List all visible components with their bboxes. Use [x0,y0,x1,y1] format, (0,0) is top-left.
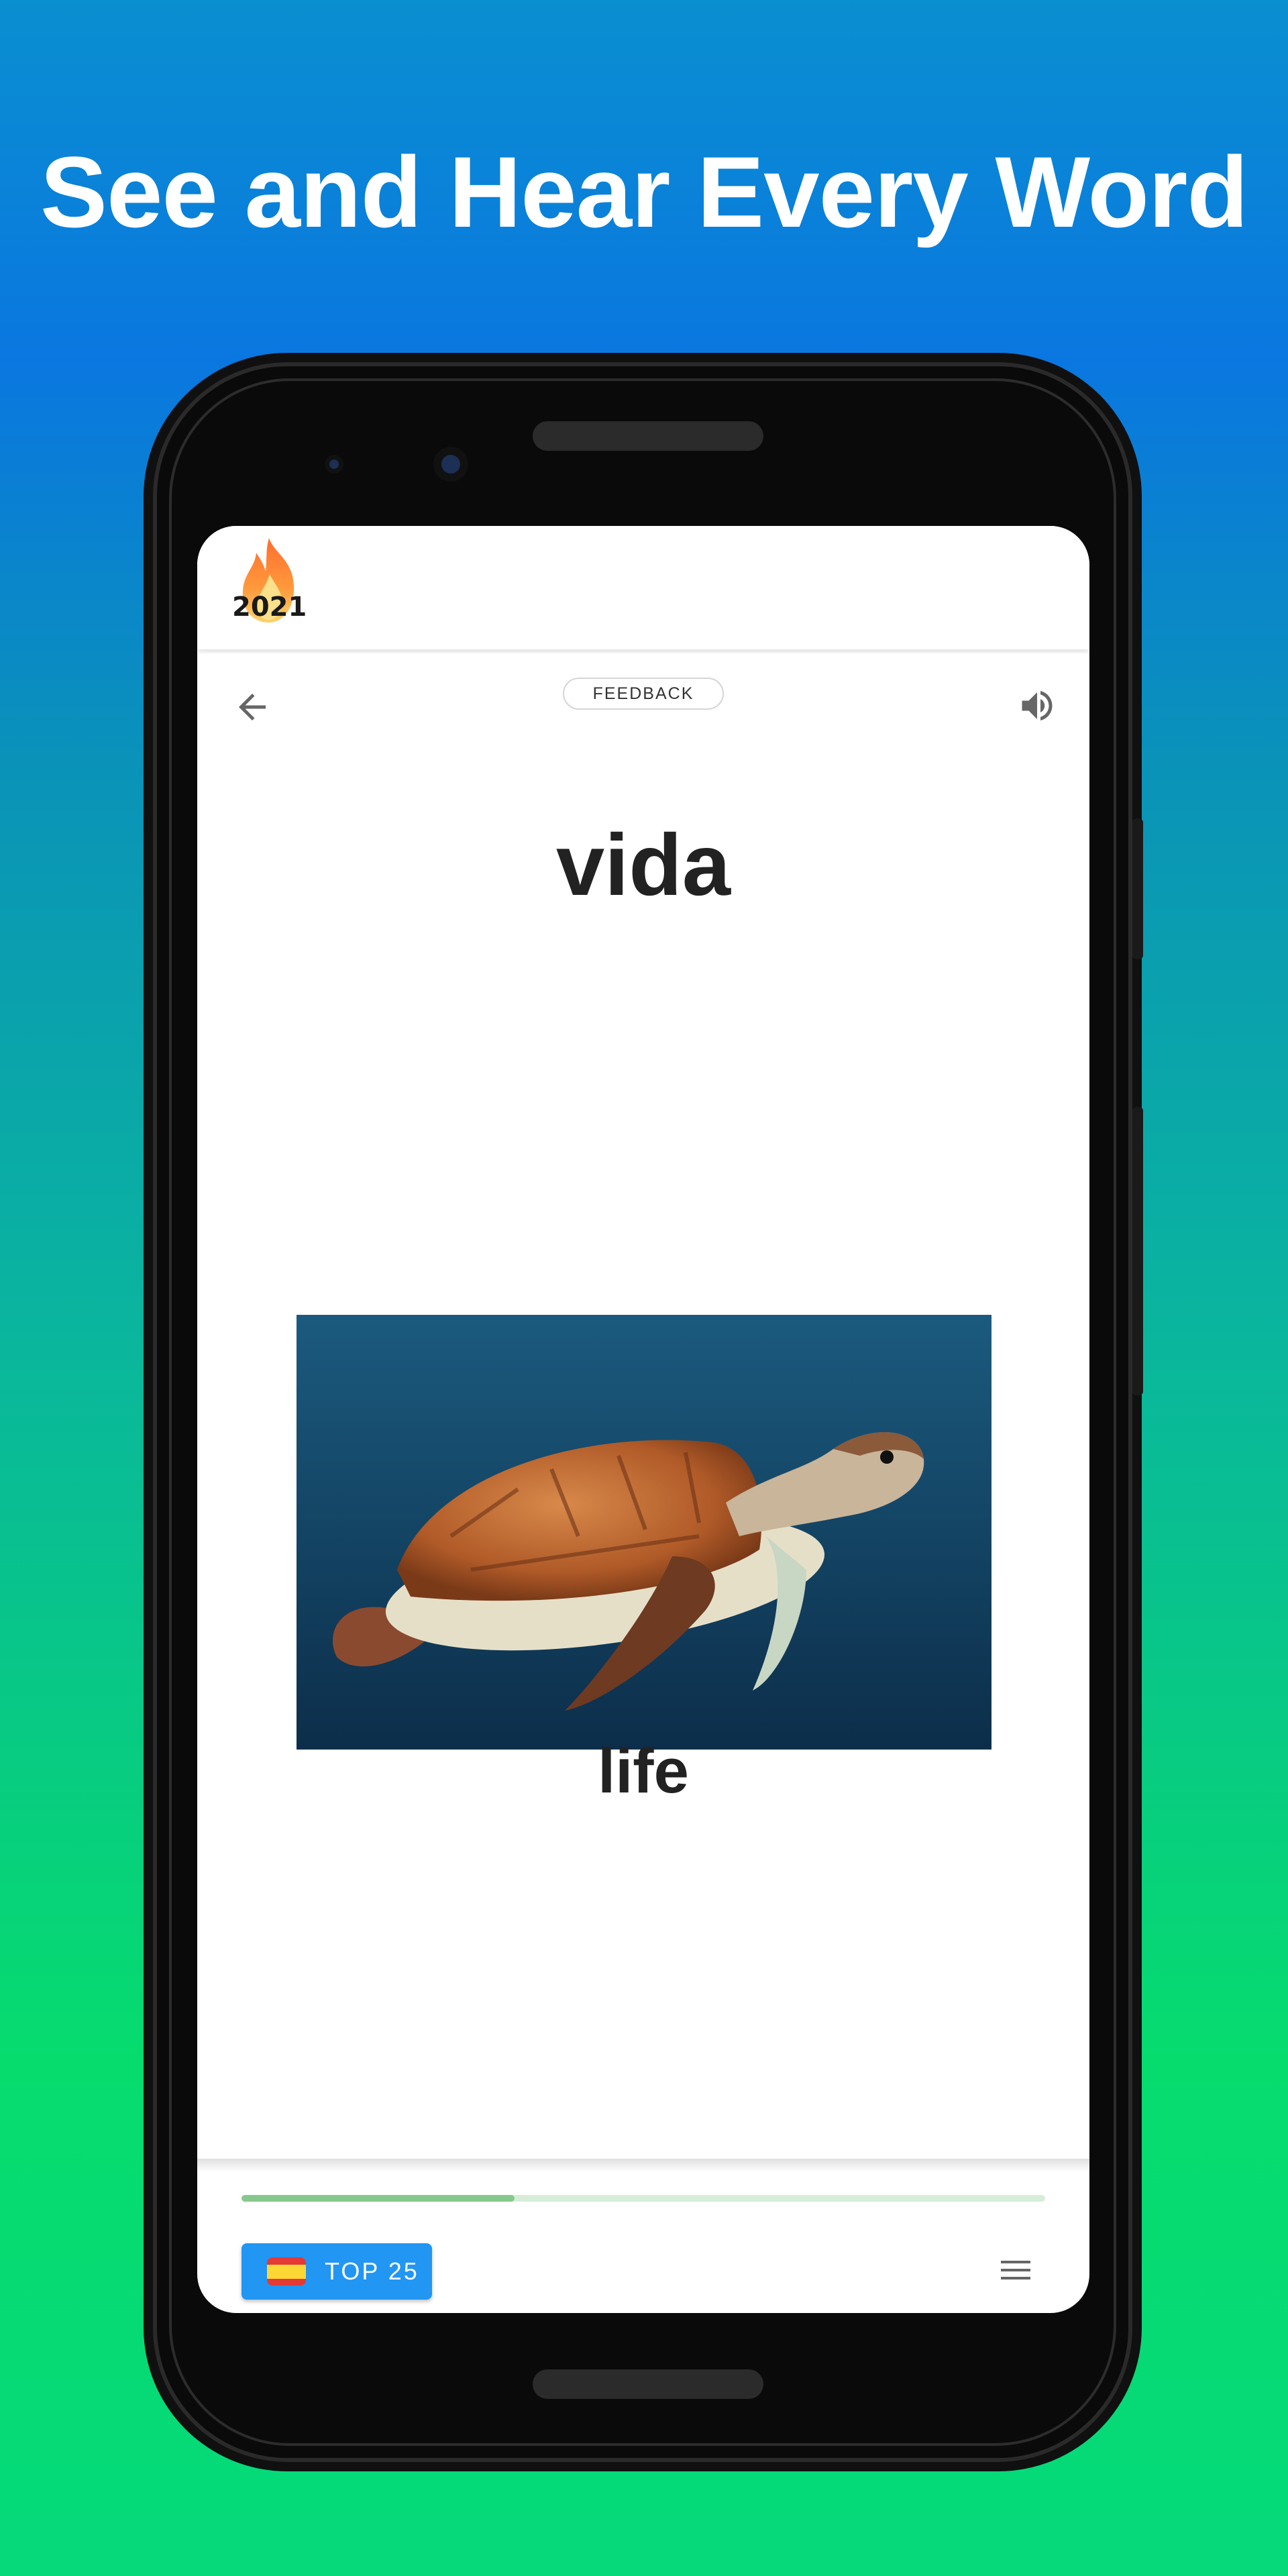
word-image [297,1315,991,1750]
speaker-icon [1022,691,1053,720]
deck-label: TOP 25 [325,2257,419,2285]
top-speaker [533,421,763,451]
translation-word: life [598,1735,689,1806]
front-camera-icon [433,447,468,482]
progress-bar [241,2195,1045,2202]
progress-fill [241,2195,515,2202]
flashcard: FEEDBACK vida life [197,653,1089,2176]
phone-frame: 2021 FEEDBACK vida life TOP 25 [153,362,1143,2462]
deck-button[interactable]: TOP 25 [241,2243,432,2300]
foreign-word: vida [555,816,731,914]
front-sensor [325,455,343,474]
volume-button [1132,1107,1143,1395]
app-header: 2021 [197,526,1089,649]
arrow-left-icon [239,694,266,720]
app-screen: 2021 FEEDBACK vida life TOP 25 [197,526,1089,2313]
audio-button[interactable] [1017,686,1057,726]
headline: See and Hear Every Word [40,136,1248,248]
card-divider [197,2159,1089,2172]
menu-button[interactable] [1000,2257,1032,2284]
hamburger-menu-icon [1001,2261,1030,2279]
streak-badge[interactable]: 2021 [232,533,307,627]
sea-turtle-image [297,1315,991,1750]
bottom-speaker [533,2369,763,2399]
badge-year: 2021 [232,592,307,623]
spain-flag-icon [267,2257,306,2286]
back-button[interactable] [232,687,272,727]
feedback-button[interactable]: FEEDBACK [563,678,724,710]
power-button [1132,818,1143,959]
